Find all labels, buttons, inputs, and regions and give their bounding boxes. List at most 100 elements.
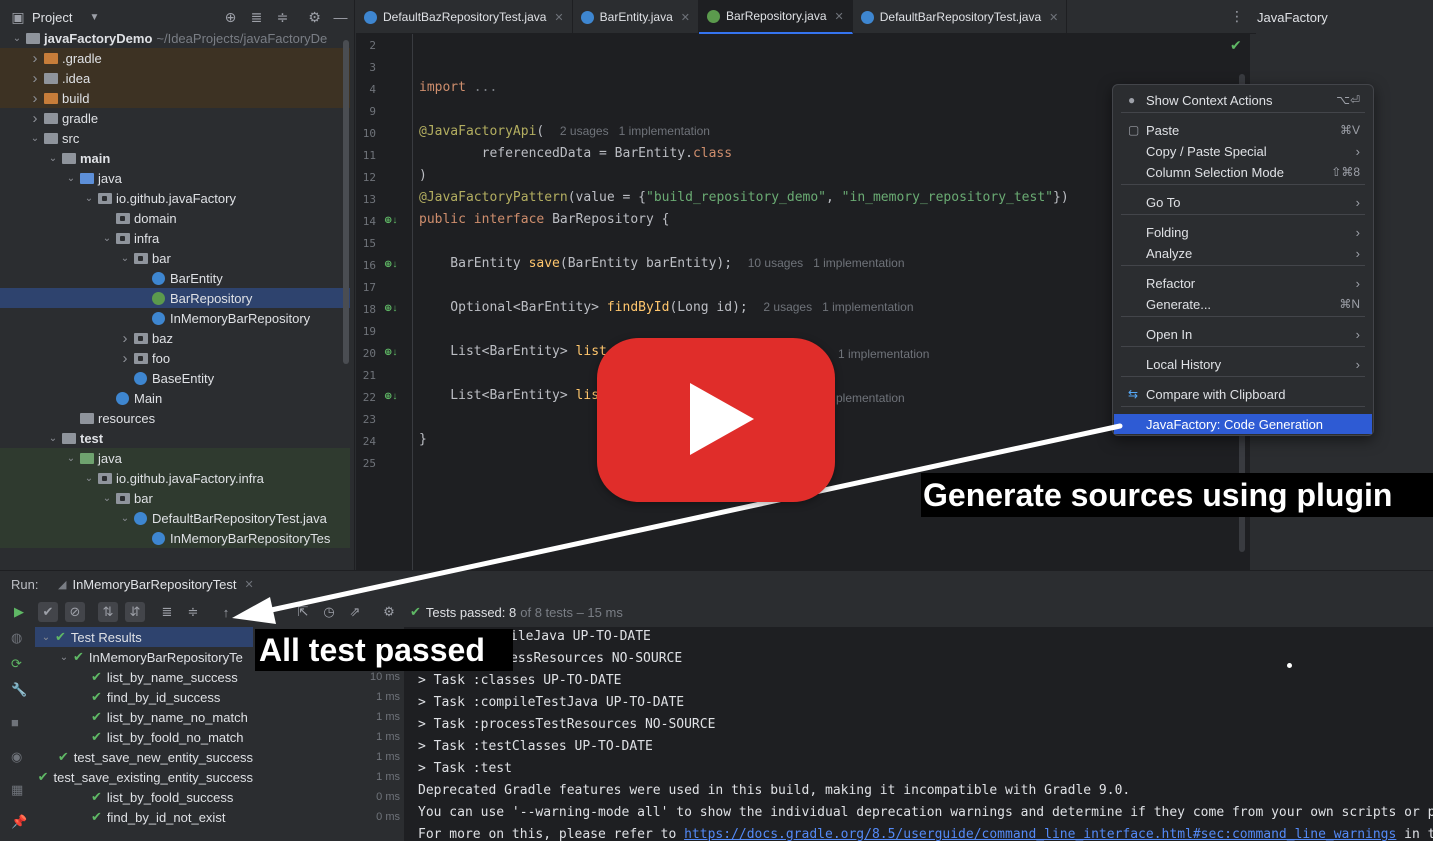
menu-item[interactable]: Analyze ›	[1114, 243, 1372, 263]
editor-tab[interactable]: BarEntity.java ✕	[573, 0, 700, 34]
chevron-down-icon[interactable]: ⌄	[82, 473, 96, 484]
chevron-down-icon[interactable]: ⌄	[57, 652, 71, 663]
tree-item[interactable]: ⌄ java	[0, 168, 350, 188]
tree-item[interactable]: ⌄ infra	[0, 228, 350, 248]
tree-item[interactable]: › foo	[0, 348, 350, 368]
menu-item[interactable]: Refactor ›	[1114, 273, 1372, 293]
editor-tab[interactable]: DefaultBarRepositoryTest.java ✕	[853, 0, 1068, 34]
tree-item[interactable]: ⌄ bar	[0, 488, 350, 508]
usage-hint[interactable]: 2 usages 1 implementation	[560, 124, 710, 138]
chevron-down-icon[interactable]: ⌄	[100, 493, 114, 504]
chevron-down-icon[interactable]: ⌄	[82, 193, 96, 204]
tree-item[interactable]: ⌄ java	[0, 448, 350, 468]
chevron-right-icon[interactable]: ›	[28, 110, 42, 127]
test-result-row[interactable]: ⌄ ✔ InMemoryBarRepositoryTe	[35, 647, 253, 667]
menu-item[interactable]: Folding ›	[1114, 222, 1372, 242]
chevron-right-icon[interactable]: ›	[118, 330, 132, 347]
menu-item[interactable]: Go To ›	[1114, 192, 1372, 212]
tree-item[interactable]: ⌄ DefaultBarRepositoryTest.java	[0, 508, 350, 528]
project-view-icon[interactable]: ▣	[10, 9, 26, 26]
chevron-down-icon[interactable]: ⌄	[100, 233, 114, 244]
tree-item[interactable]: InMemoryBarRepository	[0, 308, 350, 328]
test-result-row[interactable]: ✔ list_by_name_success	[35, 667, 253, 687]
chevron-down-icon[interactable]: ⌄	[64, 173, 78, 184]
right-panel-title[interactable]: JavaFactory	[1257, 10, 1328, 25]
layout-icon[interactable]: ▦	[11, 782, 23, 798]
run-tab[interactable]: ◢ InMemoryBarRepositoryTest ✕	[58, 573, 254, 595]
collapse-all-icon[interactable]: ≑	[183, 602, 203, 622]
wrench-icon[interactable]: 🔧	[11, 682, 27, 698]
chevron-down-icon[interactable]: ⌄	[46, 153, 60, 164]
test-result-row[interactable]: ✔ list_by_foold_no_match	[35, 727, 253, 747]
import-tests-icon[interactable]: ⇱	[293, 602, 313, 622]
test-result-row[interactable]: ✔ find_by_id_not_exist	[35, 807, 253, 827]
close-icon[interactable]: ✕	[554, 11, 563, 24]
sort-alpha-icon[interactable]: ⇅	[98, 602, 118, 622]
usage-hint[interactable]: 2 usages 1 implementation	[763, 300, 913, 314]
chevron-down-icon[interactable]: ⌄	[28, 133, 42, 144]
menu-item[interactable]: Generate... ⌘N	[1114, 294, 1372, 314]
menu-item[interactable]: Open In ›	[1114, 324, 1372, 344]
test-result-row[interactable]: ✔ test_save_existing_entity_success	[35, 767, 253, 787]
rerun-icon[interactable]: ▶	[9, 602, 29, 622]
implemented-gutter-icon[interactable]: ⊕↓	[384, 347, 397, 358]
gear-icon[interactable]: ⚙	[306, 9, 322, 26]
close-icon[interactable]: ✕	[1049, 11, 1058, 24]
menu-item[interactable]: ● Show Context Actions ⌥⏎	[1114, 90, 1372, 110]
tree-item[interactable]: Main	[0, 388, 350, 408]
tree-item[interactable]: ⌄ io.github.javaFactory	[0, 188, 350, 208]
menu-item[interactable]: ▢ Paste ⌘V	[1114, 120, 1372, 140]
test-result-row[interactable]: ✔ test_save_new_entity_success	[35, 747, 253, 767]
chevron-down-icon[interactable]: ▼	[86, 12, 102, 23]
tree-item[interactable]: › .idea	[0, 68, 350, 88]
more-options-icon[interactable]: ⋮	[1230, 8, 1244, 25]
chevron-down-icon[interactable]: ⌄	[118, 513, 132, 524]
chevron-right-icon[interactable]: ›	[28, 90, 42, 107]
gear-icon[interactable]: ⚙	[379, 602, 399, 622]
close-icon[interactable]: ✕	[835, 10, 844, 23]
expand-all-icon[interactable]: ≣	[157, 602, 177, 622]
tree-item[interactable]: BaseEntity	[0, 368, 350, 388]
usage-hint[interactable]: plementation	[836, 391, 905, 405]
tree-item[interactable]: resources	[0, 408, 350, 428]
tree-item[interactable]: ⌄ test	[0, 428, 350, 448]
tree-item[interactable]: InMemoryBarRepositoryTes	[0, 528, 350, 548]
chevron-down-icon[interactable]: ⌄	[118, 253, 132, 264]
tree-item[interactable]: ⌄ main	[0, 148, 350, 168]
debug-icon[interactable]: ◍	[11, 630, 22, 646]
chevron-right-icon[interactable]: ›	[118, 350, 132, 367]
test-result-row[interactable]: ⌄ ✔ Test Results	[35, 627, 253, 647]
inspection-ok-icon[interactable]: ✔	[1230, 37, 1242, 54]
implemented-gutter-icon[interactable]: ⊕↓	[384, 391, 397, 402]
test-result-row[interactable]: ✔ list_by_name_no_match	[35, 707, 253, 727]
test-result-row[interactable]: ✔ list_by_foold_success	[35, 787, 253, 807]
chevron-down-icon[interactable]: ⌄	[64, 453, 78, 464]
usage-hint[interactable]: 1 implementation	[838, 347, 929, 361]
collapse-all-icon[interactable]: ≑	[274, 9, 290, 26]
prev-test-icon[interactable]: ↑	[216, 602, 236, 622]
chevron-down-icon[interactable]: ⌄	[39, 632, 53, 643]
tree-item[interactable]: ⌄ src	[0, 128, 350, 148]
expand-all-icon[interactable]: ≣	[248, 9, 264, 26]
menu-item[interactable]: Column Selection Mode ⇧⌘8	[1114, 162, 1372, 182]
chevron-right-icon[interactable]: ›	[28, 50, 42, 67]
editor-tab[interactable]: BarRepository.java ✕	[699, 0, 853, 34]
tree-item[interactable]: ⌄ javaFactoryDemo ~/IdeaProjects/javaFacto…	[0, 28, 350, 48]
close-icon[interactable]: ✕	[244, 578, 253, 591]
project-tree-scrollbar[interactable]	[343, 40, 349, 364]
tree-item[interactable]: BarRepository	[0, 288, 350, 308]
chevron-down-icon[interactable]: ⌄	[10, 33, 24, 44]
tree-item[interactable]: › .gradle	[0, 48, 350, 68]
docs-link[interactable]: https://docs.gradle.org/8.5/userguide/co…	[684, 827, 1396, 841]
implemented-gutter-icon[interactable]: ⊕↓	[384, 215, 397, 226]
tree-item[interactable]: › build	[0, 88, 350, 108]
tree-item[interactable]: domain	[0, 208, 350, 228]
usage-hint[interactable]: 10 usages 1 implementation	[748, 256, 905, 270]
tree-item[interactable]: BarEntity	[0, 268, 350, 288]
editor-tab[interactable]: DefaultBazRepositoryTest.java ✕	[356, 0, 573, 34]
implemented-gutter-icon[interactable]: ⊕↓	[384, 303, 397, 314]
tree-item[interactable]: › gradle	[0, 108, 350, 128]
menu-item[interactable]: Copy / Paste Special ›	[1114, 141, 1372, 161]
pin-icon[interactable]: 📌	[11, 814, 27, 830]
export-icon[interactable]: ⇗	[345, 602, 365, 622]
